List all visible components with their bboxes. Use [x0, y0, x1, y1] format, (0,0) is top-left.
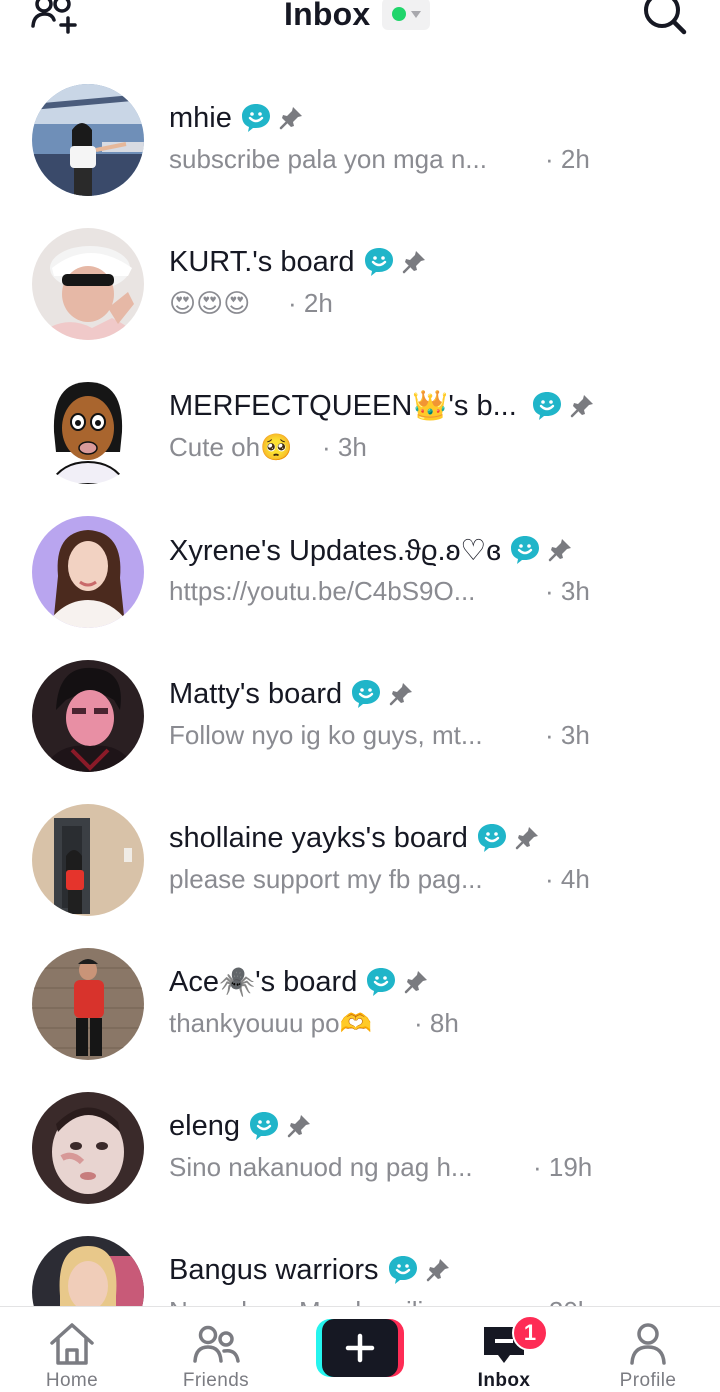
pin-icon	[279, 107, 302, 130]
message-time: · 3h	[545, 720, 590, 750]
profile-icon	[630, 1323, 666, 1365]
conversation-list: mhie subscribe pala yon mga n... · 2h KU…	[0, 68, 720, 1308]
chevron-down-icon	[410, 10, 421, 18]
group-chat-icon	[249, 1112, 278, 1140]
tab-inbox[interactable]: Inbox	[432, 1307, 576, 1392]
group-chat-icon	[388, 1256, 417, 1284]
conversation-name: KURT.'s board	[169, 245, 355, 278]
message-time: · 3h	[545, 576, 590, 606]
avatar[interactable]	[32, 660, 144, 772]
conversation-title-line: Xyrene's Updates.ϑϱ.ʚ♡ɞ	[169, 532, 573, 568]
search-icon[interactable]	[640, 0, 690, 38]
conversation-title-line: shollaine yayks's board	[169, 820, 540, 856]
pin-icon	[426, 1259, 449, 1282]
conversation-name: Bangus warriors	[169, 1253, 379, 1286]
message-time: · 2h	[288, 288, 333, 318]
top-header: Inbox	[0, 0, 720, 40]
tab-friends-label: Friends	[182, 1370, 250, 1391]
conversation-title-line: Ace🕷️'s board	[169, 964, 429, 1000]
message-preview: https://youtu.be/C4bS9O...	[169, 576, 476, 606]
online-status-dot	[391, 7, 406, 21]
conversation-title-line: Matty's board	[169, 676, 414, 712]
message-preview: Cute oh🥺	[169, 432, 293, 462]
group-chat-icon	[352, 680, 381, 708]
conversation-row[interactable]: Xyrene's Updates.ϑϱ.ʚ♡ɞ https://youtu.be…	[0, 500, 720, 644]
conversation-name: eleng	[169, 1109, 240, 1142]
conversation-name: Xyrene's Updates.ϑϱ.ʚ♡ɞ	[169, 534, 501, 567]
message-time: · 19h	[533, 1152, 593, 1182]
group-chat-icon	[532, 392, 561, 420]
conversation-title-line: Bangus warriors	[169, 1252, 451, 1288]
avatar[interactable]	[32, 804, 144, 916]
avatar[interactable]	[32, 1092, 144, 1204]
group-chat-icon	[241, 104, 270, 132]
conversation-row[interactable]: KURT.'s board 😍😍😍 · 2h	[0, 212, 720, 356]
conversation-row[interactable]: mhie subscribe pala yon mga n... · 2h	[0, 68, 720, 212]
avatar[interactable]	[32, 516, 144, 628]
conversation-row[interactable]: Bangus warriors New vlog - May bumili...…	[0, 1220, 720, 1308]
conversation-title-line: MERFECTQUEEN👑's b...	[169, 388, 595, 424]
message-preview: thankyouuu po🫶	[169, 1008, 372, 1038]
pin-icon	[287, 1115, 310, 1138]
message-preview: subscribe pala yon mga n...	[169, 144, 487, 174]
tab-home[interactable]: Home	[0, 1307, 144, 1392]
conversation-row[interactable]: Ace🕷️'s board thankyouuu po🫶 · 8h	[0, 932, 720, 1076]
bottom-tab-bar: Home Friends Inbox 1 Profile	[0, 1306, 720, 1392]
page-title: Inbox	[284, 0, 371, 32]
conversation-name: Ace🕷️'s board	[169, 966, 358, 998]
group-chat-icon	[364, 248, 393, 276]
create-button[interactable]	[316, 1319, 404, 1377]
inbox-notification-badge: 1	[512, 1315, 548, 1351]
online-status-toggle[interactable]	[382, 0, 431, 30]
conversation-name: MERFECTQUEEN👑's b...	[169, 390, 517, 422]
pin-icon	[515, 827, 538, 850]
tab-inbox-label: Inbox	[477, 1370, 531, 1391]
group-chat-icon	[511, 536, 539, 564]
message-time: · 4h	[545, 864, 590, 894]
conversation-row[interactable]: shollaine yayks's board please support m…	[0, 788, 720, 932]
message-preview: Sino nakanuod ng pag h...	[169, 1152, 473, 1182]
tab-friends[interactable]: Friends	[144, 1307, 288, 1392]
pin-icon	[405, 971, 428, 994]
conversation-row[interactable]: eleng Sino nakanuod ng pag h... · 19h	[0, 1076, 720, 1220]
message-time: · 3h	[322, 432, 367, 462]
tab-profile-label: Profile	[619, 1370, 677, 1391]
inbox-title-group: Inbox	[284, 0, 431, 36]
conversation-name: shollaine yayks's board	[169, 821, 468, 854]
avatar[interactable]	[32, 84, 144, 196]
pin-icon	[389, 683, 413, 706]
group-chat-icon	[477, 824, 506, 852]
friends-icon	[193, 1325, 240, 1363]
message-time: · 8h	[414, 1008, 459, 1038]
conversation-name: mhie	[169, 101, 232, 134]
pin-icon	[402, 251, 425, 274]
message-preview: Follow nyo ig ko guys, mt...	[169, 720, 483, 750]
conversation-row[interactable]: Matty's board Follow nyo ig ko guys, mt.…	[0, 644, 720, 788]
message-preview: 😍😍😍	[169, 288, 251, 318]
tab-home-label: Home	[45, 1370, 99, 1391]
create-button-core	[322, 1319, 398, 1377]
conversation-row[interactable]: MERFECTQUEEN👑's b... Cute oh🥺 · 3h	[0, 356, 720, 500]
tab-profile[interactable]: Profile	[576, 1307, 720, 1392]
conversation-title-line: mhie	[169, 100, 304, 136]
avatar[interactable]	[32, 228, 144, 340]
avatar[interactable]	[32, 948, 144, 1060]
conversation-title-line: eleng	[169, 1108, 312, 1144]
group-chat-icon	[367, 968, 396, 996]
avatar[interactable]	[32, 372, 144, 484]
conversation-title-line: KURT.'s board	[169, 244, 427, 280]
pin-icon	[548, 539, 571, 562]
message-preview: please support my fb pag...	[169, 864, 483, 894]
message-time: · 2h	[545, 144, 590, 174]
pin-icon	[570, 395, 593, 418]
conversation-name: Matty's board	[169, 677, 343, 710]
home-icon	[50, 1323, 94, 1365]
avatar[interactable]	[32, 1236, 144, 1308]
plus-icon	[345, 1333, 375, 1363]
add-friend-icon[interactable]	[30, 0, 82, 36]
